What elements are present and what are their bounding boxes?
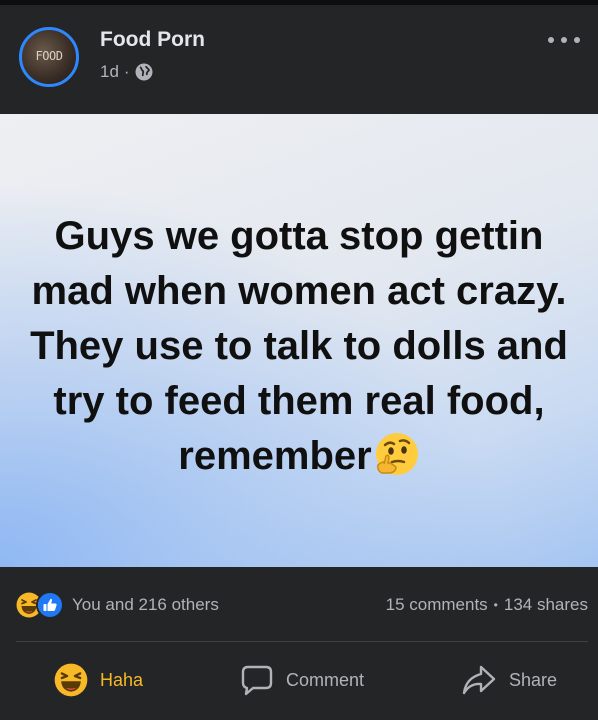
post-stats: 15 comments • 134 shares	[386, 595, 588, 615]
reactions-count[interactable]: You and 216 others	[72, 595, 219, 615]
share-icon	[462, 665, 496, 695]
post-time[interactable]: 1d	[100, 62, 119, 82]
post-meta: 1d ·	[100, 62, 153, 82]
comment-button[interactable]: Comment	[240, 660, 364, 700]
stats-separator: •	[493, 598, 498, 612]
globe-icon	[135, 63, 153, 81]
comments-count[interactable]: 15 comments	[386, 595, 488, 615]
haha-button[interactable]: Haha	[54, 660, 143, 700]
comment-icon	[241, 665, 273, 696]
haha-label: Haha	[100, 669, 144, 690]
avatar-logo-text: FOOD	[35, 49, 63, 63]
share-button[interactable]: Share	[461, 660, 557, 700]
post-image-text: Guys we gotta stop gettin mad when women…	[30, 214, 568, 478]
avatar[interactable]: FOOD	[19, 27, 79, 87]
like-reaction-icon	[36, 591, 64, 619]
divider	[16, 641, 588, 642]
post-image[interactable]: Guys we gotta stop gettin mad when women…	[0, 114, 598, 567]
reactions-summary[interactable]: You and 216 others	[16, 591, 219, 619]
shares-count[interactable]: 134 shares	[504, 595, 588, 615]
post-image-text-block: Guys we gotta stop gettin mad when women…	[29, 209, 569, 484]
post-header: FOOD Food Porn 1d ·	[0, 5, 598, 115]
comment-label: Comment	[286, 669, 365, 690]
haha-icon	[54, 663, 88, 697]
share-label: Share	[509, 669, 558, 690]
more-options-icon[interactable]	[548, 33, 580, 47]
meta-separator: ·	[123, 62, 130, 81]
thinking-face-emoji-icon	[374, 431, 420, 477]
page-name[interactable]: Food Porn	[100, 28, 205, 52]
